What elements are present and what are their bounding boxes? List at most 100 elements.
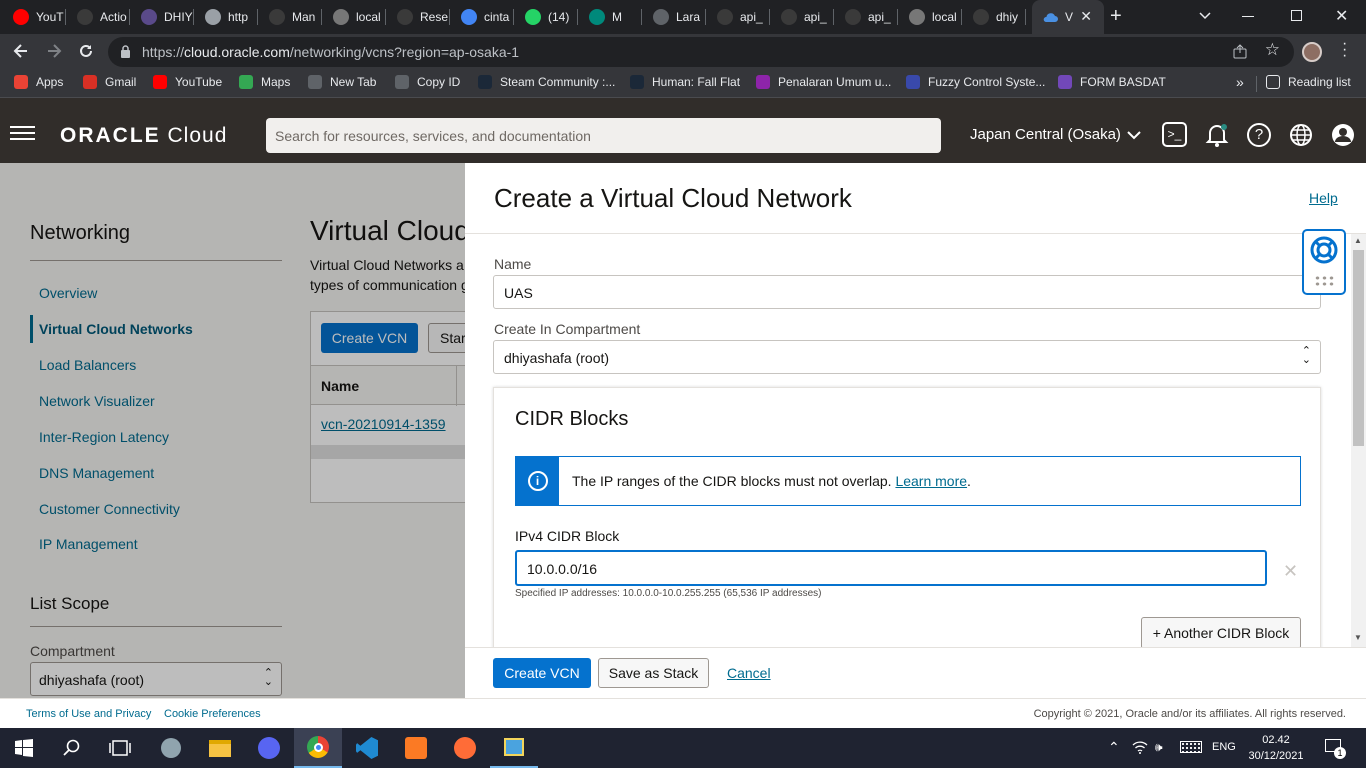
windows-taskbar: ⌃ 🕪︎ ENG 02.42 30/12/2021 1 xyxy=(0,728,1366,768)
bookmark-item[interactable]: Human: Fall Flat xyxy=(630,75,740,89)
browser-tab[interactable]: local xyxy=(899,0,962,34)
browser-tab[interactable]: (14) xyxy=(515,0,578,34)
bookmark-item[interactable]: Apps xyxy=(14,75,63,89)
browser-tab[interactable]: Man xyxy=(259,0,322,34)
save-as-stack-button[interactable]: Save as Stack xyxy=(598,658,709,688)
browser-tab[interactable]: api_ xyxy=(707,0,770,34)
bookmark-item[interactable]: Maps xyxy=(239,75,290,89)
browser-tab[interactable]: Actio xyxy=(67,0,130,34)
cidr-blocks-section: CIDR Blocks i The IP ranges of the CIDR … xyxy=(493,387,1321,647)
maximize-icon[interactable] xyxy=(1291,10,1302,21)
drag-handle-icon[interactable] xyxy=(1314,275,1334,287)
bookmark-item[interactable]: New Tab xyxy=(308,75,376,89)
chevron-down-icon xyxy=(1127,130,1141,139)
reading-list-divider xyxy=(1256,76,1257,92)
oracle-search-input[interactable]: Search for resources, services, and docu… xyxy=(266,118,941,153)
taskbar-search-button[interactable] xyxy=(48,728,96,768)
language-indicator[interactable]: ENG xyxy=(1212,741,1236,753)
tab-search-icon[interactable] xyxy=(1198,8,1212,25)
taskbar-app-postman[interactable] xyxy=(441,728,489,768)
modal-overlay[interactable] xyxy=(0,163,465,698)
back-icon[interactable] xyxy=(12,42,30,63)
tab-label: DHIY xyxy=(164,10,193,24)
hamburger-menu-icon[interactable] xyxy=(10,126,35,140)
taskbar-app-xampp[interactable] xyxy=(392,728,440,768)
notifications-bell-icon[interactable] xyxy=(1205,122,1229,151)
show-hidden-icons-icon[interactable]: ⌃ xyxy=(1108,739,1120,756)
name-input[interactable]: UAS xyxy=(493,275,1321,309)
panel-scrollbar[interactable]: ▲ ▼ xyxy=(1351,234,1366,647)
oracle-logo[interactable]: ORACLE Cloud xyxy=(60,124,227,148)
taskbar-app-chrome[interactable] xyxy=(294,728,342,768)
window-close-icon[interactable]: ✕ xyxy=(1335,6,1348,26)
browser-tab[interactable]: http xyxy=(195,0,258,34)
info-icon: i xyxy=(527,471,548,491)
oracle-cloud-icon xyxy=(1042,9,1058,25)
bookmark-item[interactable]: Copy ID xyxy=(395,75,460,89)
reload-icon[interactable] xyxy=(77,42,95,63)
bookmark-item[interactable]: Penalaran Umum u... xyxy=(756,75,891,89)
lock-icon[interactable] xyxy=(120,45,131,61)
clock[interactable]: 02.42 30/12/2021 xyxy=(1246,732,1306,764)
bookmark-star-icon[interactable]: ☆ xyxy=(1265,40,1280,60)
task-view-button[interactable] xyxy=(96,728,144,768)
learn-more-link[interactable]: Learn more xyxy=(895,473,967,489)
browser-tab[interactable]: DHIY xyxy=(131,0,194,34)
taskbar-app-discord[interactable] xyxy=(245,728,293,768)
tab-active-oracle[interactable]: V ✕ xyxy=(1032,0,1104,34)
help-widget[interactable] xyxy=(1302,229,1346,295)
browser-tab[interactable]: M xyxy=(579,0,642,34)
region-selector[interactable]: Japan Central (Osaka) xyxy=(970,126,1141,143)
terms-link[interactable]: Terms of Use and Privacy xyxy=(26,708,151,720)
minimize-icon[interactable] xyxy=(1242,16,1254,17)
close-tab-icon[interactable]: ✕ xyxy=(1080,8,1092,25)
scroll-down-icon[interactable]: ▼ xyxy=(1354,633,1362,642)
user-profile-icon[interactable] xyxy=(1331,123,1355,150)
xampp-icon xyxy=(405,737,427,759)
another-cidr-button[interactable]: + Another CIDR Block xyxy=(1141,617,1301,647)
bookmark-item[interactable]: Steam Community :... xyxy=(478,75,615,89)
bookmark-item[interactable]: YouTube xyxy=(153,75,222,89)
share-icon[interactable] xyxy=(1233,44,1248,62)
bookmark-item[interactable]: Gmail xyxy=(83,75,136,89)
browser-tab[interactable]: cinta xyxy=(451,0,514,34)
forward-icon[interactable] xyxy=(45,42,63,63)
compartment-select[interactable]: dhiyashafa (root) ⌃ ⌄ xyxy=(493,340,1321,374)
help-link[interactable]: Help xyxy=(1309,190,1338,206)
scroll-thumb[interactable] xyxy=(1353,250,1364,446)
remove-cidr-icon[interactable]: ✕ xyxy=(1283,561,1298,582)
ipv4-cidr-input[interactable]: 10.0.0.0/16 xyxy=(515,550,1267,586)
cookie-preferences-link[interactable]: Cookie Preferences xyxy=(164,708,261,720)
create-vcn-button[interactable]: Create VCN xyxy=(493,658,591,688)
taskbar-app-network[interactable] xyxy=(490,728,538,768)
help-icon[interactable]: ? xyxy=(1247,123,1271,147)
new-tab-icon[interactable]: + xyxy=(1110,5,1122,28)
browser-tab[interactable]: api_ xyxy=(835,0,898,34)
taskbar-app-snipping[interactable] xyxy=(147,728,195,768)
bookmark-item[interactable]: Fuzzy Control Syste... xyxy=(906,75,1045,89)
browser-tab[interactable]: Rese xyxy=(387,0,450,34)
browser-tab[interactable]: Lara xyxy=(643,0,706,34)
region-label: Japan Central (Osaka) xyxy=(970,126,1121,143)
start-button[interactable] xyxy=(0,728,48,768)
browser-tab[interactable]: local xyxy=(323,0,386,34)
browser-tab[interactable]: api_ xyxy=(771,0,834,34)
browser-menu-icon[interactable]: · · · xyxy=(1342,36,1347,64)
taskbar-app-vscode[interactable] xyxy=(343,728,391,768)
browser-tab[interactable]: dhiy xyxy=(963,0,1026,34)
language-globe-icon[interactable] xyxy=(1289,123,1313,150)
wifi-icon[interactable] xyxy=(1132,740,1148,757)
taskbar-app-explorer[interactable] xyxy=(196,728,244,768)
reading-list-button[interactable]: Reading list xyxy=(1266,75,1351,89)
browser-tab[interactable]: YouT xyxy=(3,0,66,34)
cancel-link[interactable]: Cancel xyxy=(727,665,771,681)
cloud-shell-icon[interactable]: >_ xyxy=(1162,122,1187,147)
bookmark-item[interactable]: FORM BASDAT xyxy=(1058,75,1166,89)
profile-avatar[interactable] xyxy=(1302,42,1322,62)
volume-icon[interactable]: 🕪︎ xyxy=(1155,740,1163,755)
windows-logo-icon xyxy=(15,739,33,757)
address-bar[interactable]: https://cloud.oracle.com/networking/vcns… xyxy=(108,37,1294,67)
keyboard-icon[interactable] xyxy=(1180,741,1202,753)
bookmarks-overflow-icon[interactable]: » xyxy=(1236,74,1244,90)
scroll-up-icon[interactable]: ▲ xyxy=(1354,236,1362,245)
